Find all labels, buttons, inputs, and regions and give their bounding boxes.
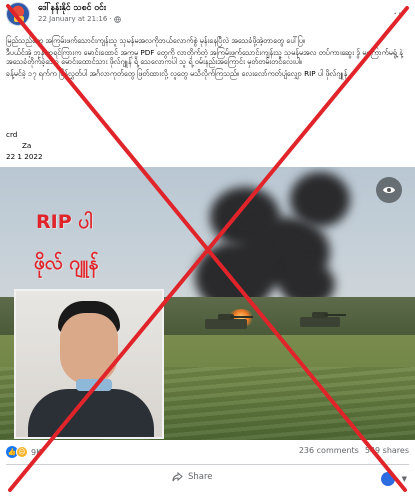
- reaction-count: 9K: [31, 447, 42, 457]
- globe-icon: [113, 15, 121, 23]
- portrait-mask: [76, 379, 112, 391]
- viewer-avatar[interactable]: [381, 472, 395, 486]
- comment-count[interactable]: 236 comments: [299, 446, 359, 455]
- portrait-face: [60, 313, 118, 385]
- post-header: ဒေါ်နန်းနိုင် သစင် ဝင်း 22 January at 21…: [6, 2, 409, 26]
- post-paragraph: ခန့်မင်ခဲ့ ၁၇ ရက်က ပြန်လွှတ်ပါ အင်္ဂလာကု…: [6, 68, 348, 78]
- view-image-button[interactable]: [376, 177, 402, 203]
- eye-icon: [383, 187, 395, 193]
- post-timestamp[interactable]: 22 January at 21:16 ·: [38, 15, 112, 23]
- tank-shape: [300, 312, 346, 327]
- share-label: Share: [188, 472, 213, 482]
- facebook-post-card: ဒေါ်နန်းနိုင် သစင် ဝင်း 22 January at 21…: [0, 0, 415, 497]
- portrait-photo: [14, 289, 164, 439]
- post-body: မြည်သည်တွေ အကြမ်းဖက်သောင်းကျန်းသူ သုမန်မ…: [6, 36, 404, 80]
- post-image[interactable]: RIP ပါ ဖိုလ် ဂျူန်: [0, 167, 415, 440]
- overlay-name: ဖိုလ် ဂျူန်: [34, 252, 99, 274]
- portrait-shirt: [28, 389, 154, 437]
- overlay-title: RIP ပါ: [36, 211, 93, 233]
- smoke-plume: [290, 172, 350, 227]
- page-avatar[interactable]: [6, 2, 30, 26]
- share-count[interactable]: 549 shares: [365, 446, 409, 455]
- post-paragraph: ဒီပယ်င်အဲ့ ဘုန်းဘုရင်ကြားက မောင်းထောင် အ…: [6, 47, 403, 67]
- post-meta: 22 January at 21:16 ·: [38, 15, 121, 23]
- page-name[interactable]: ဒေါ်နန်းနိုင် သစင် ဝင်း: [38, 3, 106, 15]
- reaction-summary[interactable]: 👍 ☹ 9K: [6, 446, 41, 458]
- post-paragraph: မြည်သည်တွေ အကြမ်းဖက်သောင်းကျန်းသူ သုမန်မ…: [6, 36, 306, 45]
- credit-label: crd: [6, 130, 18, 139]
- sad-reaction-icon: ☹: [16, 446, 28, 458]
- share-icon: [172, 472, 183, 482]
- chevron-down-icon[interactable]: ▼: [402, 475, 407, 483]
- credit-name: Za: [22, 141, 32, 150]
- more-options-button[interactable]: ...: [394, 4, 408, 17]
- footer-divider: [6, 464, 409, 465]
- share-button[interactable]: Share: [172, 472, 213, 482]
- engagement-counts: 236 comments 549 shares: [299, 446, 409, 455]
- credit-date: 22 1 2022: [6, 152, 43, 161]
- tank-shape: [205, 314, 254, 329]
